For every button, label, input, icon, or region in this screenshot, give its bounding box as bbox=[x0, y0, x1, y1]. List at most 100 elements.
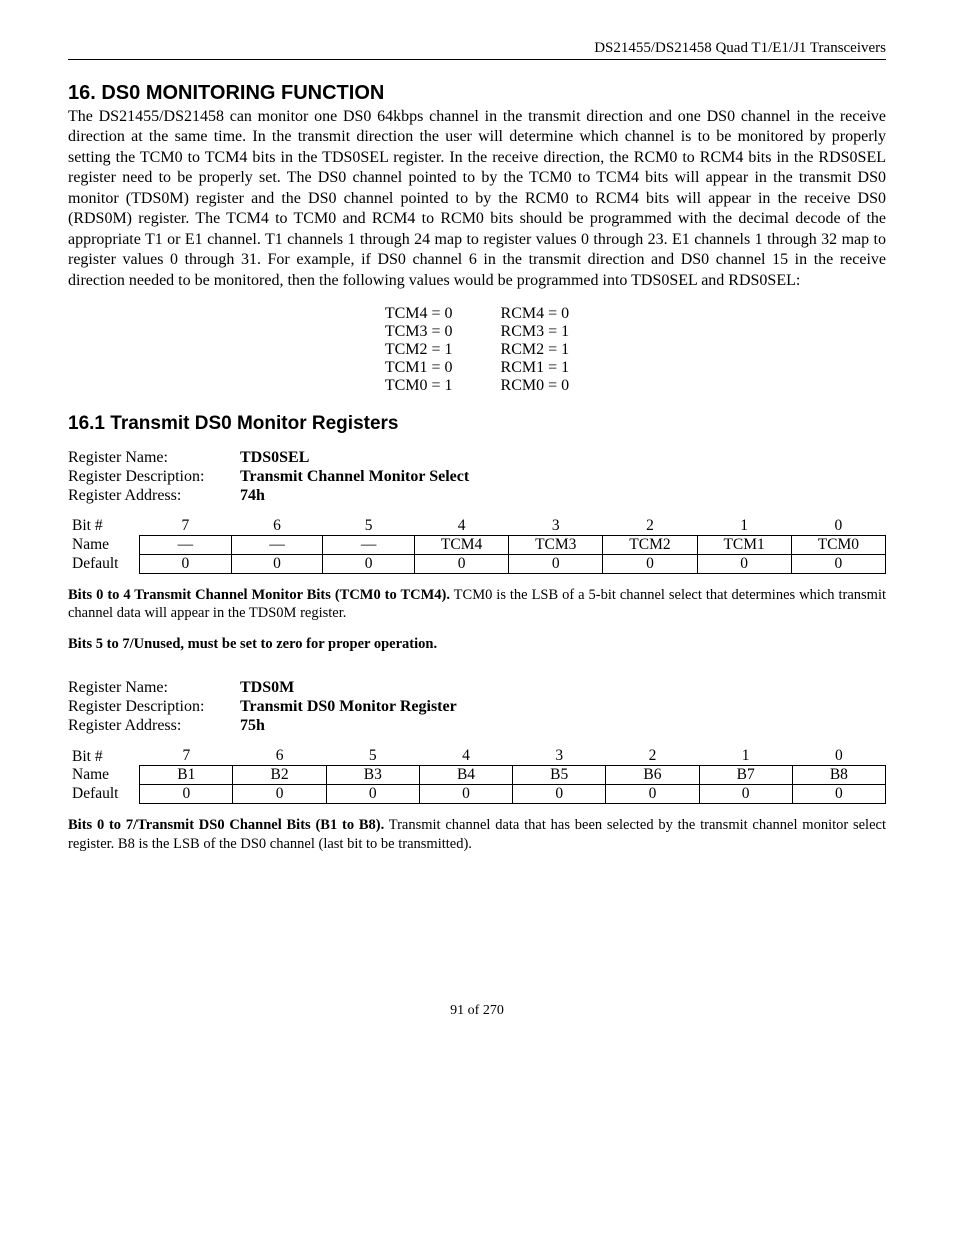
bit-default: 0 bbox=[697, 555, 791, 574]
reg-desc-value: Transmit Channel Monitor Select bbox=[240, 468, 886, 486]
bit-name: TCM2 bbox=[603, 536, 697, 555]
bitnum: 4 bbox=[419, 747, 512, 766]
bit-default: 0 bbox=[233, 785, 326, 804]
header-rule bbox=[68, 59, 886, 60]
bitnum-label: Bit # bbox=[68, 747, 140, 766]
bitnum-label: Bit # bbox=[68, 517, 140, 536]
bit-name: B5 bbox=[513, 766, 606, 785]
example-t: TCM1 = 0 bbox=[361, 359, 477, 377]
bit-default: 0 bbox=[326, 785, 419, 804]
bit-default: 0 bbox=[792, 785, 885, 804]
bit-name: B3 bbox=[326, 766, 419, 785]
bit-default: 0 bbox=[140, 785, 233, 804]
bit-name: B8 bbox=[792, 766, 885, 785]
register-info-tds0m: Register Name: TDS0M Register Descriptio… bbox=[68, 679, 886, 735]
reg-addr-value: 74h bbox=[240, 487, 886, 505]
reg1-note2: Bits 5 to 7/Unused, must be set to zero … bbox=[68, 636, 886, 653]
section-body: The DS21455/DS21458 can monitor one DS0 … bbox=[68, 107, 886, 291]
example-r: RCM4 = 0 bbox=[477, 305, 594, 323]
reg-name-value: TDS0M bbox=[240, 679, 886, 697]
reg2-note1: Bits 0 to 7/Transmit DS0 Channel Bits (B… bbox=[68, 816, 886, 852]
bit-name: TCM1 bbox=[697, 536, 791, 555]
bit-table-tds0m: Bit # 7 6 5 4 3 2 1 0 Name B1 B2 B3 B4 B… bbox=[68, 747, 886, 804]
bit-default: 0 bbox=[414, 555, 508, 574]
bitnum: 1 bbox=[699, 747, 792, 766]
bitnum: 3 bbox=[513, 747, 606, 766]
bit-name: B7 bbox=[699, 766, 792, 785]
reg-name-value: TDS0SEL bbox=[240, 449, 886, 467]
reg-desc-label: Register Description: bbox=[68, 468, 240, 486]
bit-table-tds0sel: Bit # 7 6 5 4 3 2 1 0 Name — — — TCM4 TC… bbox=[68, 517, 886, 574]
bit-name: — bbox=[231, 536, 323, 555]
example-r: RCM3 = 1 bbox=[477, 323, 594, 341]
bitnum: 2 bbox=[603, 517, 697, 536]
example-t: TCM3 = 0 bbox=[361, 323, 477, 341]
bit-default: 0 bbox=[699, 785, 792, 804]
bit-default: 0 bbox=[231, 555, 323, 574]
example-row: TCM0 = 1RCM0 = 0 bbox=[361, 377, 593, 395]
default-label: Default bbox=[68, 785, 140, 804]
default-row: Default 0 0 0 0 0 0 0 0 bbox=[68, 555, 886, 574]
example-row: TCM4 = 0RCM4 = 0 bbox=[361, 305, 593, 323]
example-row: TCM2 = 1RCM2 = 1 bbox=[361, 341, 593, 359]
example-row: TCM3 = 0RCM3 = 1 bbox=[361, 323, 593, 341]
bit-default: 0 bbox=[513, 785, 606, 804]
subsection-title: 16.1 Transmit DS0 Monitor Registers bbox=[68, 413, 886, 435]
bitnum: 6 bbox=[233, 747, 326, 766]
bitnum: 3 bbox=[509, 517, 603, 536]
reg-addr-label: Register Address: bbox=[68, 487, 240, 505]
bit-default: 0 bbox=[791, 555, 885, 574]
bit-default: 0 bbox=[323, 555, 415, 574]
reg-desc-label: Register Description: bbox=[68, 698, 240, 716]
section-title: 16. DS0 MONITORING FUNCTION bbox=[68, 82, 886, 105]
bitnum-row: Bit # 7 6 5 4 3 2 1 0 bbox=[68, 517, 886, 536]
name-label: Name bbox=[68, 536, 140, 555]
page-footer: 91 of 270 bbox=[68, 1003, 886, 1019]
bit-name: — bbox=[140, 536, 232, 555]
bit-default: 0 bbox=[140, 555, 232, 574]
reg2-note1-bold: Bits 0 to 7/Transmit DS0 Channel Bits (B… bbox=[68, 817, 384, 833]
reg1-note1-bold: Bits 0 to 4 Transmit Channel Monitor Bit… bbox=[68, 587, 450, 603]
bit-name: B2 bbox=[233, 766, 326, 785]
bit-default: 0 bbox=[509, 555, 603, 574]
bit-name: B6 bbox=[606, 766, 699, 785]
name-label: Name bbox=[68, 766, 140, 785]
name-row: Name — — — TCM4 TCM3 TCM2 TCM1 TCM0 bbox=[68, 536, 886, 555]
bit-name: TCM4 bbox=[414, 536, 508, 555]
example-r: RCM0 = 0 bbox=[477, 377, 594, 395]
bit-default: 0 bbox=[603, 555, 697, 574]
bitnum: 4 bbox=[414, 517, 508, 536]
example-t: TCM4 = 0 bbox=[361, 305, 477, 323]
reg1-note1: Bits 0 to 4 Transmit Channel Monitor Bit… bbox=[68, 586, 886, 622]
example-r: RCM2 = 1 bbox=[477, 341, 594, 359]
reg-desc-value: Transmit DS0 Monitor Register bbox=[240, 698, 886, 716]
name-row: Name B1 B2 B3 B4 B5 B6 B7 B8 bbox=[68, 766, 886, 785]
bitnum: 5 bbox=[323, 517, 415, 536]
bit-default: 0 bbox=[419, 785, 512, 804]
bitnum: 1 bbox=[697, 517, 791, 536]
bit-name: B1 bbox=[140, 766, 233, 785]
bitnum-row: Bit # 7 6 5 4 3 2 1 0 bbox=[68, 747, 886, 766]
bitnum: 7 bbox=[140, 747, 233, 766]
bitnum: 7 bbox=[140, 517, 232, 536]
default-label: Default bbox=[68, 555, 140, 574]
bitnum: 0 bbox=[791, 517, 885, 536]
reg-addr-label: Register Address: bbox=[68, 717, 240, 735]
bit-name: TCM3 bbox=[509, 536, 603, 555]
example-t: TCM2 = 1 bbox=[361, 341, 477, 359]
bit-name: TCM0 bbox=[791, 536, 885, 555]
example-r: RCM1 = 1 bbox=[477, 359, 594, 377]
example-t: TCM0 = 1 bbox=[361, 377, 477, 395]
reg-name-label: Register Name: bbox=[68, 449, 240, 467]
header-product: DS21455/DS21458 Quad T1/E1/J1 Transceive… bbox=[68, 40, 886, 57]
reg-addr-value: 75h bbox=[240, 717, 886, 735]
reg-name-label: Register Name: bbox=[68, 679, 240, 697]
example-values-table: TCM4 = 0RCM4 = 0 TCM3 = 0RCM3 = 1 TCM2 =… bbox=[361, 305, 593, 395]
bit-name: — bbox=[323, 536, 415, 555]
bit-default: 0 bbox=[606, 785, 699, 804]
bitnum: 5 bbox=[326, 747, 419, 766]
default-row: Default 0 0 0 0 0 0 0 0 bbox=[68, 785, 886, 804]
bitnum: 2 bbox=[606, 747, 699, 766]
bitnum: 0 bbox=[792, 747, 885, 766]
register-info-tds0sel: Register Name: TDS0SEL Register Descript… bbox=[68, 449, 886, 505]
